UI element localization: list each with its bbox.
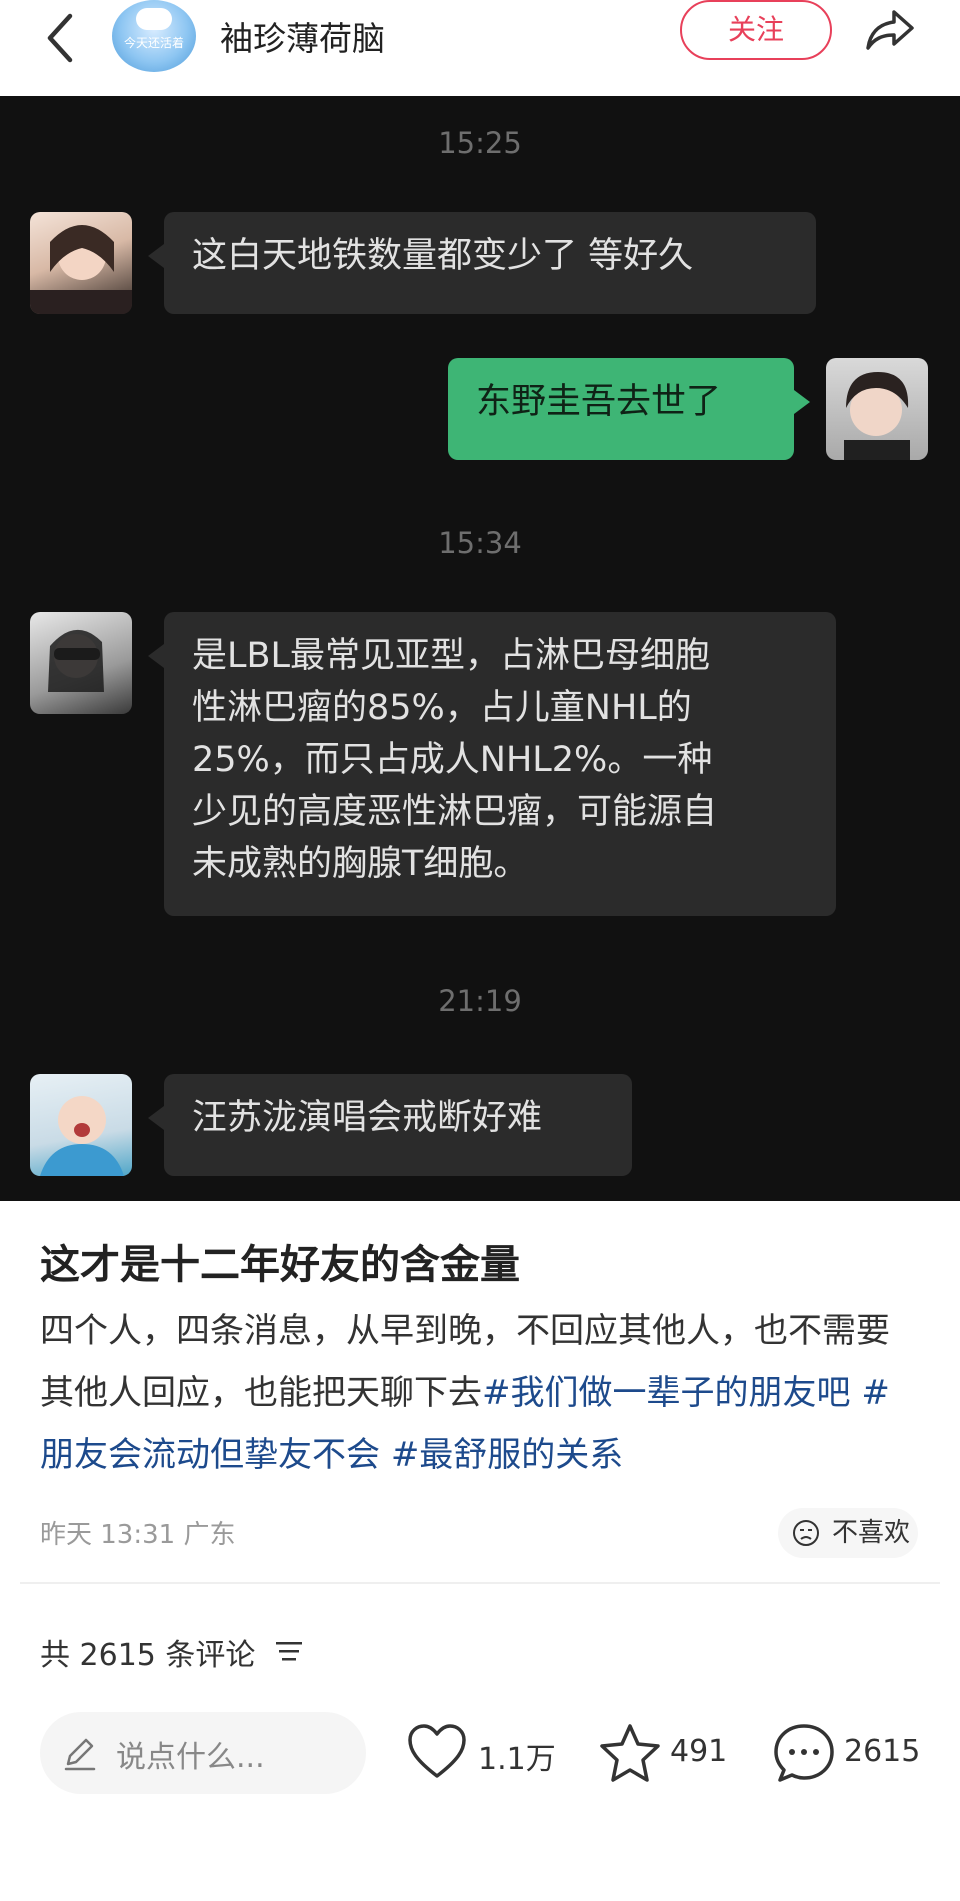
chevron-left-icon bbox=[47, 13, 73, 63]
dislike-button[interactable]: 不喜欢 bbox=[778, 1508, 918, 1558]
divider bbox=[20, 1582, 940, 1584]
favorite-count: 491 bbox=[670, 1734, 728, 1769]
sort-icon[interactable] bbox=[276, 1640, 302, 1662]
share-icon bbox=[866, 10, 914, 50]
avatar-caption: 今天还活着 bbox=[123, 36, 184, 50]
chat-message: 汪苏泷演唱会戒断好难 bbox=[148, 1074, 632, 1176]
friend-avatar bbox=[30, 212, 132, 314]
self-avatar bbox=[826, 358, 928, 460]
back-button[interactable] bbox=[40, 10, 80, 66]
chat-message-sent: 东野圭吾去世了 bbox=[448, 358, 810, 460]
like-button[interactable]: 1.1万 bbox=[406, 1722, 566, 1786]
dislike-label: 不喜欢 bbox=[832, 1518, 911, 1548]
pencil-icon bbox=[64, 1738, 96, 1771]
heart-icon bbox=[408, 1724, 466, 1778]
cloud-icon bbox=[136, 8, 172, 30]
hashtag-link[interactable]: #最舒服的关系 bbox=[391, 1435, 624, 1475]
follow-button[interactable]: 关注 bbox=[680, 0, 832, 60]
chat-message: 这白天地铁数量都变少了 等好久 bbox=[148, 212, 816, 314]
post-body: 四个人，四条消息，从早到晚，不回应其他人，也不需要其他人回应，也能把天聊下去#我… bbox=[40, 1300, 920, 1486]
chat-timestamp: 15:34 bbox=[438, 526, 522, 560]
chat-timestamp: 21:19 bbox=[438, 984, 522, 1018]
author-name[interactable]: 袖珍薄荷脑 bbox=[220, 12, 385, 60]
like-count: 1.1万 bbox=[478, 1742, 556, 1777]
post-title: 这才是十二年好友的含金量 bbox=[40, 1242, 520, 1288]
comment-input[interactable]: 说点什么... bbox=[40, 1712, 366, 1794]
friend-avatar bbox=[30, 1074, 132, 1176]
star-icon bbox=[600, 1724, 660, 1782]
frown-face-icon bbox=[793, 1520, 819, 1546]
chat-bubble-icon bbox=[774, 1724, 834, 1782]
top-nav-bar: 今天还活着 袖珍薄荷脑 关注 bbox=[0, 0, 960, 96]
chat-timestamp: 15:25 bbox=[438, 126, 522, 160]
favorite-button[interactable]: 491 bbox=[598, 1722, 738, 1786]
comment-input-placeholder: 说点什么... bbox=[116, 1740, 265, 1775]
comment-button[interactable]: 2615 bbox=[772, 1722, 932, 1786]
comment-count: 2615 bbox=[844, 1734, 921, 1769]
author-avatar[interactable]: 今天还活着 bbox=[112, 0, 196, 72]
chat-screenshot: 15:25 这白天地铁数量都变少了 等好久 东野圭吾去世了 15:34 是LBL… bbox=[0, 96, 960, 1201]
friend-avatar bbox=[30, 612, 132, 714]
post-meta: 昨天 13:31 广东 bbox=[40, 1520, 236, 1550]
comments-count: 共 2615 条评论 bbox=[40, 1638, 256, 1673]
hashtag-link[interactable]: #我们做一辈子的朋友吧 bbox=[482, 1373, 851, 1413]
chat-message: 是LBL最常见亚型，占淋巴母细胞 性淋巴瘤的85%，占儿童NHL的 25%，而只… bbox=[148, 612, 836, 916]
share-button[interactable] bbox=[862, 6, 918, 54]
